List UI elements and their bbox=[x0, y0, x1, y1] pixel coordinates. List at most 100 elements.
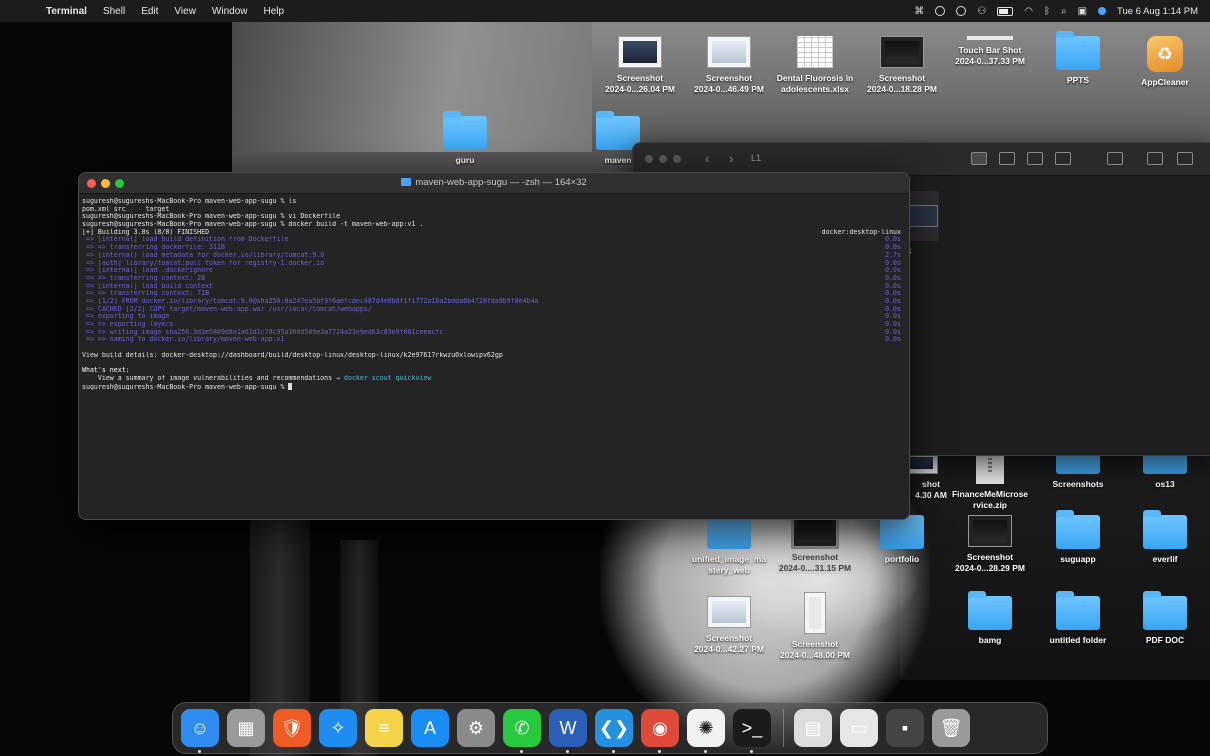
terminal-line-text: => CACHED [2/2] COPY target/maven-web-ap… bbox=[82, 305, 372, 313]
desktop-icon-dental-fluorosis[interactable]: Dental Fluorosis in adolescents.xlsx bbox=[767, 36, 863, 95]
terminal-titlebar[interactable]: maven-web-app-sugu — -zsh — 164×32 bbox=[79, 173, 909, 194]
menu-shell[interactable]: Shell bbox=[103, 6, 125, 17]
dock-system-settings-icon[interactable]: ⚙ bbox=[457, 709, 495, 747]
dock-chrome-icon[interactable]: ◉ bbox=[641, 709, 679, 753]
desktop-icon-guru[interactable]: guru bbox=[417, 111, 513, 166]
battery-icon[interactable] bbox=[997, 6, 1014, 16]
siri-icon[interactable] bbox=[1098, 7, 1107, 15]
folder-icon bbox=[1056, 510, 1100, 549]
running-indicator bbox=[704, 750, 707, 753]
terminal-line: => CACHED [2/2] COPY target/maven-web-ap… bbox=[82, 306, 901, 314]
finder-minimize-button[interactable] bbox=[659, 155, 667, 163]
desktop-icon-screenshot-5[interactable]: Screenshot 2024-0...42.27 PM bbox=[681, 596, 777, 655]
tag-button[interactable] bbox=[1177, 152, 1193, 165]
dock-notes-icon[interactable]: ≡ bbox=[365, 709, 403, 747]
icon-label: portfolio bbox=[884, 554, 920, 564]
finder-zoom-button[interactable] bbox=[673, 155, 681, 163]
terminal-title: maven-web-app-sugu — -zsh — 164×32 bbox=[79, 177, 909, 188]
dock-launchpad-icon[interactable]: ▦ bbox=[227, 709, 265, 747]
finder-close-button[interactable] bbox=[645, 155, 653, 163]
icon-label: Dental Fluorosis in adolescents.xlsx bbox=[776, 73, 854, 94]
dock-recent-doc-1-icon[interactable]: ▤ bbox=[794, 709, 832, 747]
screenshot-thumbnail-icon bbox=[968, 515, 1012, 547]
desktop-icon-ppts[interactable]: PPTS bbox=[1030, 31, 1126, 86]
back-chevron-icon[interactable]: ‹ bbox=[705, 151, 709, 166]
desktop-icon-pdf-doc[interactable]: PDF DOC bbox=[1117, 591, 1210, 646]
icon-label: Screenshot 2024-0...28.29 PM bbox=[955, 552, 1025, 573]
running-indicator bbox=[520, 750, 523, 753]
terminal-line-text: suguresh@sugureshs-MacBook-Pro maven-web… bbox=[82, 213, 341, 221]
terminal-line: => => transferring context: 2B 0.0s bbox=[82, 275, 901, 283]
icon-label: Screenshot 2024-0...18.28 PM bbox=[867, 73, 937, 94]
share-button[interactable] bbox=[1147, 152, 1163, 165]
desktop-icon-screenshot-1[interactable]: Screenshot 2024-0...26.04 PM bbox=[592, 36, 688, 95]
icon-view-button[interactable] bbox=[971, 152, 987, 165]
desktop-icon-untitled-folder[interactable]: untitled folder bbox=[1030, 591, 1126, 646]
terminal-line: => exporting to image 0.0s bbox=[82, 313, 901, 321]
status-round-icon[interactable] bbox=[935, 6, 946, 16]
desktop-icon-appcleaner[interactable]: ♻ AppCleaner bbox=[1117, 36, 1210, 88]
control-center-icon[interactable]: ▣ bbox=[1078, 6, 1087, 17]
menu-edit[interactable]: Edit bbox=[141, 6, 158, 17]
status-app-icon[interactable]: ⌘ bbox=[914, 6, 924, 17]
terminal-line-timing: 0.0s bbox=[885, 282, 901, 290]
desktop-icon-bamg[interactable]: bamg bbox=[942, 591, 1038, 646]
screenshot-thumbnail-icon bbox=[804, 592, 826, 634]
desktop-icon-screenshot-selected[interactable]: Screenshot 2024-0....31.15 PM bbox=[767, 513, 863, 574]
desktop-icon-screenshot-6[interactable]: Screenshot 2024-0...48.00 PM bbox=[767, 592, 863, 661]
desktop-icon-financeme[interactable]: FinanceMeMicrose rvice.zip bbox=[942, 450, 1038, 511]
forward-chevron-icon[interactable]: › bbox=[729, 151, 733, 166]
terminal-window[interactable]: maven-web-app-sugu — -zsh — 164×32 sugur… bbox=[78, 172, 910, 520]
status-people-icon[interactable]: ⚇ bbox=[977, 6, 986, 17]
dock-trash-icon[interactable]: 🗑 bbox=[932, 709, 970, 747]
folder-icon bbox=[968, 591, 1012, 630]
gallery-view-button[interactable] bbox=[1055, 152, 1071, 165]
dock-app-store-icon[interactable]: A bbox=[411, 709, 449, 747]
terminal-output[interactable]: suguresh@sugureshs-MacBook-Pro maven-web… bbox=[79, 194, 909, 390]
folder-icon bbox=[707, 510, 751, 549]
desktop-icon-touch-bar-shot[interactable]: Touch Bar Shot 2024-0...37.33 PM bbox=[942, 36, 1038, 67]
dock-whatsapp-icon[interactable]: ✆ bbox=[503, 709, 541, 753]
terminal-line-timing: 0.0s bbox=[885, 305, 901, 313]
menu-app-name[interactable]: Terminal bbox=[46, 6, 87, 17]
desktop-icon-screenshot-3[interactable]: Screenshot 2024-0...18.28 PM bbox=[854, 36, 950, 95]
desktop-icon-suguapp[interactable]: suguapp bbox=[1030, 510, 1126, 565]
icon-label: AppCleaner bbox=[1141, 77, 1189, 87]
terminal-line-timing: 0.0s bbox=[885, 267, 901, 275]
group-button[interactable] bbox=[1107, 152, 1123, 165]
dock-chatgpt-icon[interactable]: ✺ bbox=[687, 709, 725, 753]
status-record-icon[interactable] bbox=[956, 6, 967, 16]
menu-view[interactable]: View bbox=[174, 6, 196, 17]
terminal-line-text: => => transferring context: 2B bbox=[82, 274, 206, 282]
dock-finder-icon[interactable]: ☺ bbox=[181, 709, 219, 753]
desktop-icon-screenshot-4[interactable]: Screenshot 2024-0...28.29 PM bbox=[942, 515, 1038, 574]
menu-help[interactable]: Help bbox=[264, 6, 285, 17]
wifi-icon[interactable]: ◠ bbox=[1024, 6, 1033, 17]
terminal-line-timing: 0.0s bbox=[885, 321, 901, 328]
terminal-line-timing: 0.0s bbox=[885, 313, 901, 321]
bluetooth-icon[interactable]: ᛒ bbox=[1044, 6, 1050, 17]
menubar-clock[interactable]: Tue 6 Aug 1:14 PM bbox=[1117, 6, 1198, 17]
dock-word-icon[interactable]: W bbox=[549, 709, 587, 753]
appcleaner-icon: ♻ bbox=[1147, 36, 1183, 72]
dock-vscode-icon[interactable]: ❮❯ bbox=[595, 709, 633, 753]
column-view-button[interactable] bbox=[1027, 152, 1043, 165]
spotlight-icon[interactable]: ⌕ bbox=[1061, 6, 1067, 17]
terminal-cursor bbox=[288, 382, 293, 390]
folder-icon bbox=[1143, 510, 1187, 549]
dock-separator bbox=[783, 709, 784, 747]
dock-terminal-icon[interactable]: >_ bbox=[733, 709, 771, 753]
desktop-icon-unified-image[interactable]: unified_image_ma stery_web bbox=[681, 510, 777, 576]
list-view-button[interactable] bbox=[999, 152, 1015, 165]
menu-window[interactable]: Window bbox=[212, 6, 248, 17]
dock-brave-icon[interactable]: 🛡 bbox=[273, 709, 311, 747]
dock-recent-doc-2-icon[interactable]: ▭ bbox=[840, 709, 878, 747]
desktop-icon-screenshot-2[interactable]: Screenshot 2024-0...46.49 PM bbox=[681, 36, 777, 95]
desktop-icon-everlif[interactable]: everlif bbox=[1117, 510, 1210, 565]
desktop-icon-portfolio[interactable]: portfolio bbox=[854, 510, 950, 565]
dock-recent-doc-3-icon[interactable]: ▪ bbox=[886, 709, 924, 747]
icon-label: Screenshot 2024-0....31.15 PM bbox=[776, 552, 854, 574]
dock-safari-icon[interactable]: ✧ bbox=[319, 709, 357, 747]
status-area: ⌘ ⚇ ◠ ᛒ ⌕ ▣ Tue 6 Aug 1:14 PM bbox=[914, 0, 1198, 22]
